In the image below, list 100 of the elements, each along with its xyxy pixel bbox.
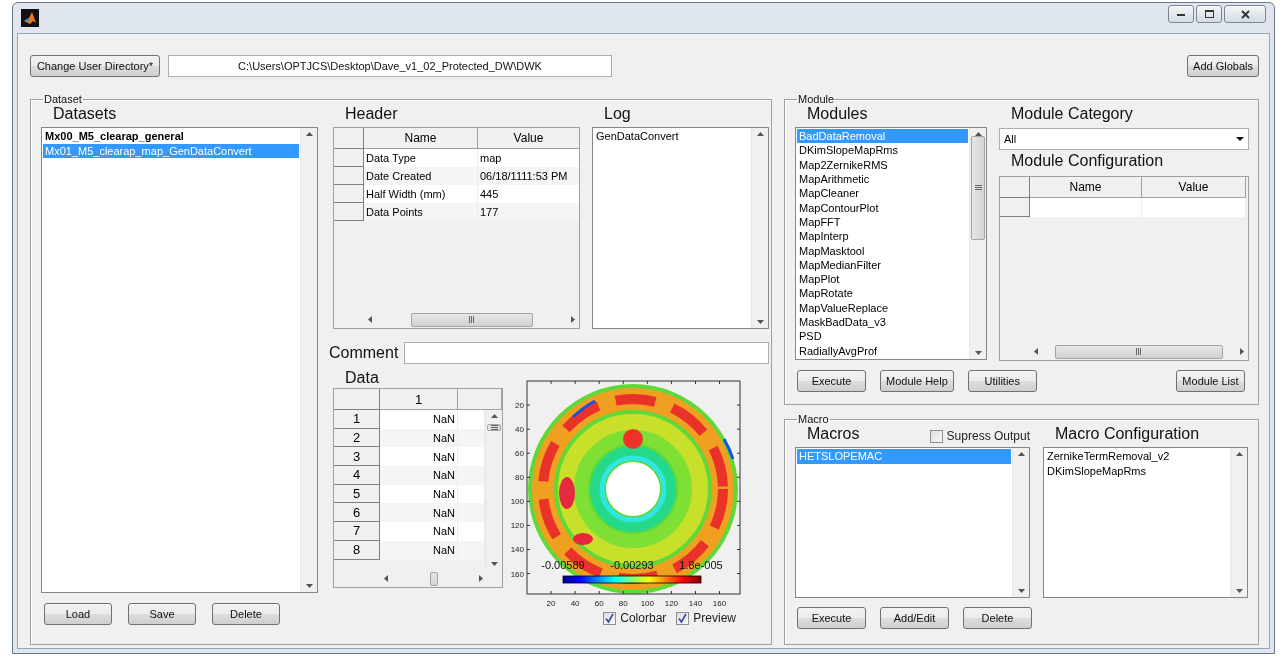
list-item[interactable]: ZernikeTermRemoval_v2 [1045, 449, 1229, 464]
maximize-button[interactable] [1196, 5, 1222, 23]
list-item[interactable]: Mx00_M5_clearap_general [43, 129, 299, 144]
maximize-icon [1204, 10, 1214, 18]
column-header: Value [1142, 177, 1246, 198]
list-item[interactable]: Map2ZernikeRMS [797, 157, 968, 172]
scroll-down-icon[interactable] [305, 584, 313, 588]
comment-field[interactable] [404, 342, 769, 364]
scroll-up-icon[interactable] [1017, 452, 1025, 456]
scroll-left-icon[interactable] [1034, 348, 1038, 355]
scroll-up-icon[interactable] [305, 132, 313, 136]
close-icon [1240, 9, 1250, 19]
module-button[interactable]: Utilities [967, 370, 1037, 392]
list-item[interactable]: GenDataConvert [594, 129, 750, 144]
minimize-icon [1177, 12, 1185, 16]
scroll-right-icon[interactable] [479, 575, 483, 582]
scroll-down-icon[interactable] [490, 562, 498, 566]
column-header: 1 [380, 389, 458, 410]
scrollbar[interactable] [1230, 448, 1247, 597]
add-globals-button[interactable]: Add Globals [1187, 54, 1259, 77]
scroll-thumb[interactable] [410, 312, 533, 327]
list-item[interactable]: MapFFT [797, 214, 968, 230]
list-item[interactable]: MapMedianFilter [797, 257, 968, 273]
list-item[interactable]: DKimSlopeMapRms [797, 143, 968, 158]
list-item[interactable]: MapRotate [797, 286, 968, 301]
scrollbar[interactable] [751, 128, 768, 328]
scroll-up-icon[interactable] [756, 132, 764, 136]
column-header: Name [364, 128, 478, 149]
macro-button[interactable]: Delete [963, 607, 1032, 629]
scroll-thumb[interactable] [971, 136, 985, 240]
list-item[interactable]: MapValueReplace [797, 300, 968, 316]
tick-label: 40 [570, 599, 580, 608]
scrollbar[interactable] [300, 128, 317, 592]
dataset-button[interactable]: Delete [212, 603, 280, 625]
list-box[interactable]: GenDataConvert [592, 127, 769, 329]
heatmap-hole [606, 462, 660, 516]
list-box[interactable]: ZernikeTermRemoval_v2 DKimSlopeMapRms [1043, 447, 1248, 598]
row-header: 7 [334, 522, 380, 541]
section-title: Module Configuration [1010, 152, 1165, 171]
list-item[interactable]: MapCleaner [797, 186, 968, 201]
tick-label: 120 [510, 521, 524, 531]
tick-label: 100 [510, 497, 524, 507]
checkbox[interactable]: Colorbar [603, 611, 667, 625]
panel-legend: Macro [797, 413, 830, 425]
scroll-thumb[interactable] [429, 571, 438, 586]
dataset-button[interactable]: Load [44, 603, 112, 625]
list-item[interactable]: MapInterp [797, 229, 968, 244]
list-box[interactable]: BadDataRemoval DKimSlopeMapRms Map2ZernikeRMS MapArithmetic MapCleaner MapContourPlot MapFFT MapInterp MapMasktool MapMedianFilter MapPlot MapRotate MapValueReplace MaskBadData_v3 PSD RadiallyAvgProf [795, 127, 987, 360]
list-box[interactable]: Mx00_M5_clearap_general Mx01_M5_clearap_map_GenDataConvert [41, 127, 318, 593]
list-item[interactable]: RadiallyAvgProf [797, 343, 968, 358]
scroll-left-icon[interactable] [384, 575, 388, 582]
scroll-left-icon[interactable] [368, 316, 372, 323]
minimize-button[interactable] [1168, 5, 1194, 23]
list-item[interactable]: MapMasktool [797, 243, 968, 258]
colorbar-label: -0.00293 [610, 559, 654, 571]
checkbox[interactable]: Preview [676, 611, 736, 625]
scroll-down-icon[interactable] [1017, 589, 1025, 593]
change-directory-button[interactable]: Change User Directory* [30, 54, 160, 77]
scroll-up-icon[interactable] [1235, 452, 1243, 456]
heatmap-spot [573, 533, 593, 545]
list-item[interactable]: MapPlot [797, 272, 968, 287]
dropdown-caret-icon [1236, 137, 1244, 141]
row-header: 1 [334, 410, 380, 429]
tick-label: 20 [515, 401, 524, 411]
tick-label: 100 [640, 599, 654, 608]
scroll-thumb[interactable] [1055, 344, 1223, 359]
close-button[interactable] [1224, 5, 1266, 23]
checkbox-label: Supress Output [946, 429, 1030, 443]
dataset-button[interactable]: Save [128, 603, 196, 625]
category-dropdown[interactable]: All [999, 128, 1249, 150]
grip-icon [490, 424, 498, 431]
list-item[interactable]: MaskBadData_v3 [797, 315, 968, 330]
list-item[interactable]: PSD [797, 329, 968, 344]
macro-button[interactable]: Execute [797, 607, 866, 629]
checkbox[interactable]: Supress Output [929, 429, 1030, 443]
section-title: Header [344, 105, 399, 124]
module-button[interactable]: Module Help [880, 370, 954, 392]
comment-label: Comment [329, 344, 399, 362]
scroll-right-icon[interactable] [1240, 348, 1244, 355]
list-item[interactable]: MapArithmetic [797, 171, 968, 187]
scroll-down-icon[interactable] [974, 351, 982, 355]
heatmap-spot [559, 477, 575, 509]
module-list-button[interactable]: Module List [1176, 370, 1245, 392]
scroll-right-icon[interactable] [571, 316, 575, 323]
module-button[interactable]: Execute [797, 370, 866, 392]
scroll-up-icon[interactable] [490, 414, 498, 418]
scroll-down-icon[interactable] [756, 320, 764, 324]
macro-button[interactable]: Add/Edit [880, 607, 949, 629]
tick-label: 60 [515, 449, 524, 459]
scrollbar[interactable] [969, 128, 986, 359]
scroll-down-icon[interactable] [1235, 589, 1243, 593]
scrollbar[interactable] [1012, 448, 1029, 597]
section-title: Data [344, 369, 380, 383]
scrollbar[interactable] [485, 410, 502, 570]
path-field[interactable]: C:\Users\OPTJCS\Desktop\Dave_v1_02_Protected_DW\DWK [168, 54, 612, 77]
scroll-thumb[interactable] [487, 424, 501, 431]
list-item[interactable]: MapContourPlot [797, 200, 968, 215]
table-cell: Data Type [364, 149, 478, 167]
list-item[interactable]: DKimSlopeMapRms [1045, 463, 1229, 478]
checkbox-label: Preview [693, 611, 736, 625]
